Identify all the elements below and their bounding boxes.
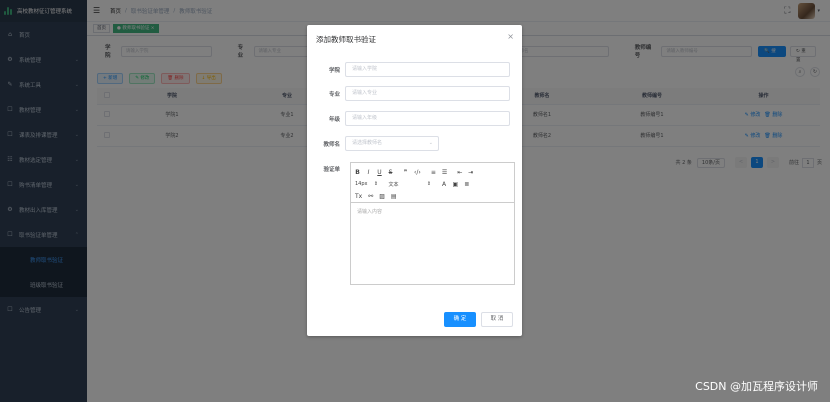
major-field[interactable]: 请输入专业 (345, 86, 510, 101)
dialog-footer: 确 定 取 消 (444, 312, 513, 327)
rich-text-editor: B I U S ❞ ‹/› ≡ ☰ ⇤ ⇥ 14px ⇕ 文本 ⇕ A ▣ ≣ (350, 162, 515, 285)
teacher-select-placeholder: 请选择教师名 (352, 140, 383, 146)
college-field-label: 学院 (328, 67, 340, 74)
image-icon[interactable]: ▨ (379, 193, 385, 200)
bold-icon[interactable]: B (355, 169, 360, 176)
editor-content[interactable]: 请输入内容 (351, 203, 514, 220)
form-row-college: 学院 请输入学院 (307, 62, 522, 77)
chevron-updown-icon[interactable]: ⇕ (374, 181, 379, 187)
editor-toolbar: B I U S ❞ ‹/› ≡ ☰ ⇤ ⇥ 14px ⇕ 文本 ⇕ A ▣ ≣ (351, 163, 514, 203)
college-field[interactable]: 请输入学院 (345, 62, 510, 77)
quote-icon[interactable]: ❞ (403, 169, 408, 176)
form-row-teacher: 教师名 请选择教师名 ⌄ (307, 136, 522, 151)
grade-field-label: 年级 (328, 116, 340, 123)
font-size-select[interactable]: 14px (355, 181, 368, 187)
cancel-button[interactable]: 取 消 (481, 312, 513, 327)
italic-icon[interactable]: I (366, 169, 371, 176)
dialog-title: 添加教师取书验证 (316, 35, 376, 44)
form-row-major: 专业 请输入专业 (307, 86, 522, 101)
close-icon[interactable]: × (507, 32, 514, 41)
font-color-icon[interactable]: A (442, 181, 447, 188)
bullet-list-icon[interactable]: ☰ (442, 169, 447, 176)
outdent-icon[interactable]: ⇤ (457, 169, 462, 176)
major-field-label: 专业 (328, 91, 340, 98)
watermark: CSDN @加瓦程序设计师 (695, 380, 818, 393)
link-icon[interactable]: ⚯ (368, 193, 373, 200)
teacher-field-label: 教师名 (323, 141, 340, 148)
grade-field[interactable]: 请输入年级 (345, 111, 510, 126)
underline-icon[interactable]: U (377, 169, 382, 176)
ordered-list-icon[interactable]: ≡ (431, 169, 436, 176)
chevron-updown-icon[interactable]: ⇕ (427, 181, 432, 187)
chevron-down-icon: ⌄ (428, 140, 433, 146)
clear-format-icon[interactable]: Tx (355, 193, 362, 200)
add-dialog: 添加教师取书验证 × 学院 请输入学院 专业 请输入专业 年级 请输入年级 教师… (307, 25, 522, 336)
cert-field-label: 验证单 (323, 167, 340, 173)
font-family-select[interactable]: 文本 (389, 181, 399, 188)
video-icon[interactable]: ▤ (391, 193, 397, 200)
align-icon[interactable]: ≣ (464, 181, 469, 188)
teacher-select[interactable]: 请选择教师名 ⌄ (345, 136, 439, 151)
form-row-grade: 年级 请输入年级 (307, 111, 522, 126)
confirm-button[interactable]: 确 定 (444, 312, 476, 327)
background-color-icon[interactable]: ▣ (453, 181, 459, 188)
code-icon[interactable]: ‹/› (414, 169, 421, 176)
strike-icon[interactable]: S (388, 169, 393, 176)
indent-icon[interactable]: ⇥ (468, 169, 473, 176)
